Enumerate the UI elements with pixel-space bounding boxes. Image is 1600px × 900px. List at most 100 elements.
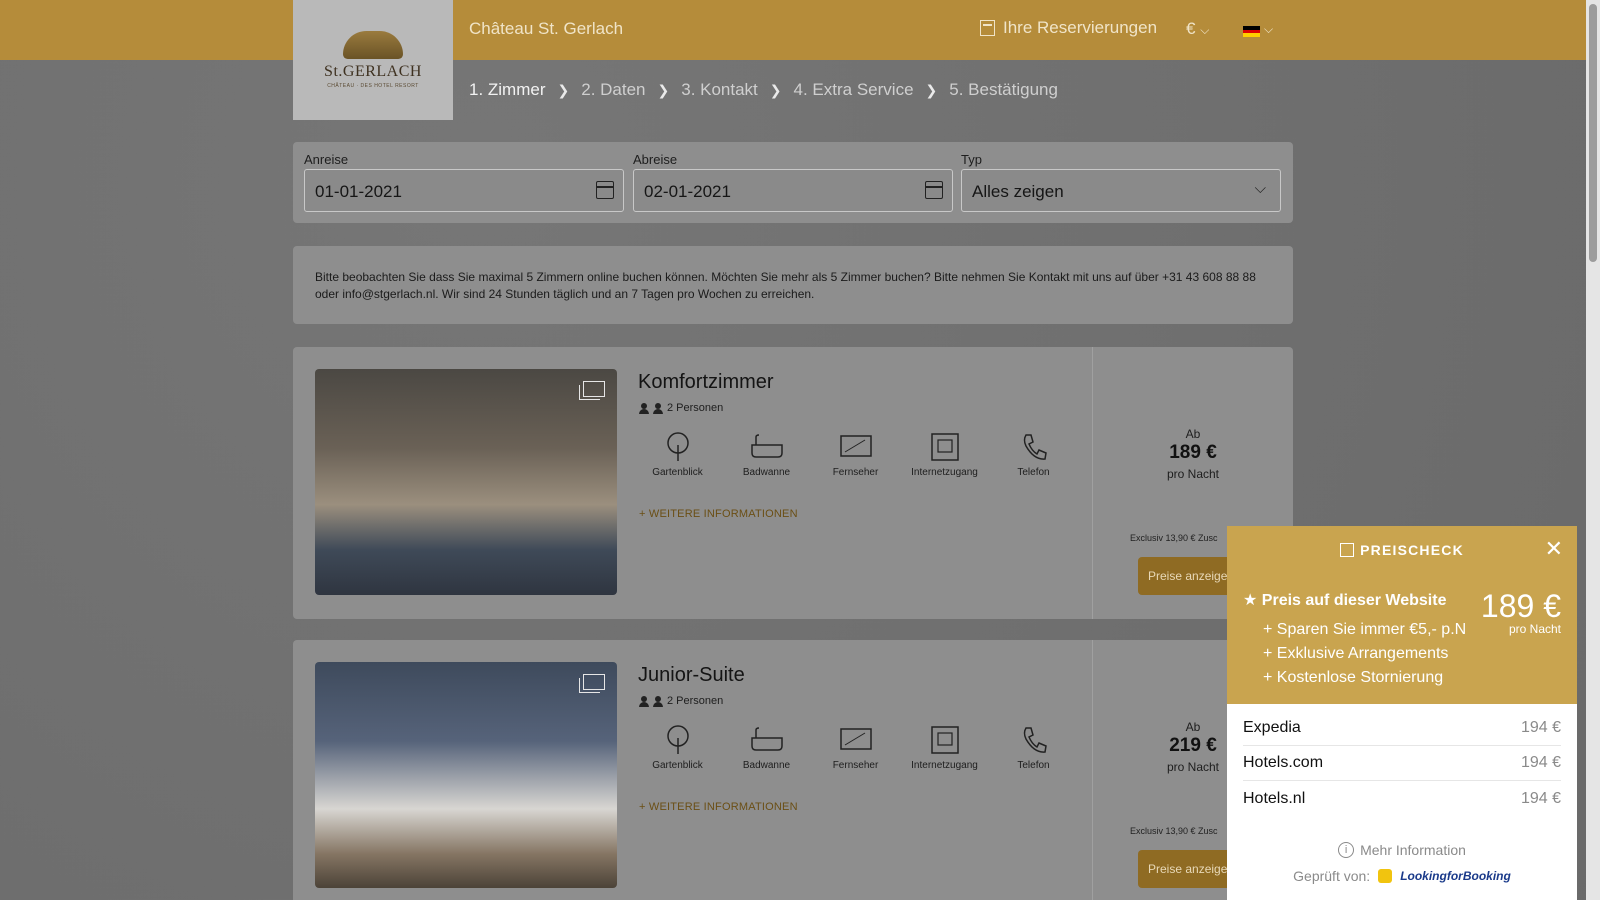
tv-icon xyxy=(811,724,900,756)
type-select[interactable]: Alles zeigen ⌵ xyxy=(961,169,1281,212)
amenity-garden-view: Gartenblick xyxy=(633,724,722,771)
logo-text: St.GERLACH xyxy=(324,63,422,80)
type-value: Alles zeigen xyxy=(972,182,1064,201)
competitor-row-expedia: Expedia 194 € xyxy=(1243,711,1561,746)
departure-label: Abreise xyxy=(633,152,678,167)
chevron-right-icon: ❯ xyxy=(657,81,670,98)
room-price: 189 € xyxy=(1169,442,1217,463)
info-icon: i xyxy=(1338,842,1355,858)
star-icon: ★ xyxy=(1243,592,1258,609)
amenities-list: Gartenblick Badwanne Fernseher Internetz… xyxy=(633,431,1078,478)
more-information-link[interactable]: i Mehr Information xyxy=(1227,842,1577,858)
tree-icon xyxy=(633,431,722,463)
reservations-label: Ihre Reservierungen xyxy=(1003,18,1158,37)
room-card: Junior-Suite 2 Personen Gartenblick Badw… xyxy=(293,640,1293,900)
calendar-check-icon xyxy=(1340,543,1355,557)
step-rooms[interactable]: 1. Zimmer xyxy=(469,80,546,100)
arrival-date-input[interactable]: 01-01-2021 xyxy=(304,169,624,212)
room-card: Komfortzimmer 2 Personen Gartenblick Bad… xyxy=(293,347,1293,619)
website-price-label: ★ Preis auf dieser Website xyxy=(1243,592,1447,609)
amenity-garden-view: Gartenblick xyxy=(633,431,722,478)
brand-name[interactable]: LookingforBooking xyxy=(1400,869,1511,883)
language-chevron-icon[interactable]: ⌵ xyxy=(1264,22,1273,37)
booking-notice: Bitte beobachten Sie dass Sie maximal 5 … xyxy=(293,246,1293,324)
calendar-icon xyxy=(980,20,995,36)
flag-stripe-gold xyxy=(1243,33,1260,38)
amenity-bathtub: Badwanne xyxy=(722,724,811,771)
price-check-widget: PREISCHECK ✕ ★ Preis auf dieser Website … xyxy=(1227,526,1577,900)
per-night-label: pro Nacht xyxy=(1166,467,1220,481)
arrival-value: 01-01-2021 xyxy=(315,182,402,201)
phone-icon xyxy=(989,724,1078,756)
room-name: Junior-Suite xyxy=(638,664,745,686)
more-info-link[interactable]: + WEITERE INFORMATIONEN xyxy=(639,508,798,520)
bathtub-icon xyxy=(722,724,811,756)
competitor-row-hotels-com: Hotels.com 194 € xyxy=(1243,746,1561,781)
surcharge-note: Exclusiv 13,90 € Zusc xyxy=(1130,533,1218,543)
persons-info: 2 Personen xyxy=(639,695,723,707)
phone-icon xyxy=(989,431,1078,463)
gallery-icon[interactable] xyxy=(579,381,605,400)
hotel-logo[interactable]: St.GERLACH CHÂTEAU · DES HOTEL RESORT xyxy=(293,0,453,120)
surcharge-note: Exclusiv 13,90 € Zusc xyxy=(1130,826,1218,836)
search-panel: Anreise 01-01-2021 Abreise 02-01-2021 Ty… xyxy=(293,142,1293,223)
amenity-bathtub: Badwanne xyxy=(722,431,811,478)
benefit-item: + Sparen Sie immer €5,- p.N xyxy=(1263,621,1467,638)
price-check-title: PREISCHECK xyxy=(1227,542,1577,558)
calendar-icon[interactable] xyxy=(596,181,614,199)
scrollbar-thumb[interactable] xyxy=(1589,4,1597,262)
amenities-list: Gartenblick Badwanne Fernseher Internetz… xyxy=(633,724,1078,771)
person-icon xyxy=(653,402,663,414)
type-label: Typ xyxy=(961,152,982,167)
more-info-link[interactable]: + WEITERE INFORMATIONEN xyxy=(639,801,798,813)
bathtub-icon xyxy=(722,431,811,463)
departure-date-input[interactable]: 02-01-2021 xyxy=(633,169,953,212)
price-from-label: Ab xyxy=(1185,427,1201,441)
top-bar: Château St. Gerlach Ihre Reservierungen … xyxy=(0,0,1586,60)
amenity-internet: Internetzugang xyxy=(900,431,989,478)
chevron-right-icon: ❯ xyxy=(557,81,570,98)
amenity-tv: Fernseher xyxy=(811,431,900,478)
amenity-phone: Telefon xyxy=(989,724,1078,771)
network-icon xyxy=(900,431,989,463)
hotel-title: Château St. Gerlach xyxy=(469,19,624,38)
amenity-phone: Telefon xyxy=(989,431,1078,478)
close-icon[interactable]: ✕ xyxy=(1545,536,1563,562)
logo-crest-icon xyxy=(343,31,403,59)
benefits-list: + Sparen Sie immer €5,- p.N + Exklusive … xyxy=(1263,618,1466,690)
website-price: 189 € xyxy=(1480,588,1561,624)
benefit-item: + Kostenlose Stornierung xyxy=(1263,669,1444,686)
persons-info: 2 Personen xyxy=(639,402,723,414)
benefit-item: + Exklusive Arrangements xyxy=(1263,645,1449,662)
amenity-tv: Fernseher xyxy=(811,724,900,771)
step-contact: 3. Kontakt xyxy=(681,80,758,99)
calendar-icon[interactable] xyxy=(925,181,943,199)
person-icon xyxy=(639,402,649,414)
booking-steps: 1. Zimmer ❯ 2. Daten ❯ 3. Kontakt ❯ 4. E… xyxy=(469,80,1058,100)
checked-by: Geprüft von: LookingforBooking xyxy=(1293,868,1511,884)
arrival-label: Anreise xyxy=(304,152,349,167)
currency-selector[interactable]: € ⌵ xyxy=(1186,19,1209,39)
room-photo[interactable] xyxy=(315,369,617,595)
german-flag-icon[interactable] xyxy=(1243,26,1260,38)
chevron-right-icon: ❯ xyxy=(769,81,782,98)
tv-icon xyxy=(811,431,900,463)
gallery-icon[interactable] xyxy=(579,674,605,693)
step-extra-service: 4. Extra Service xyxy=(793,80,914,99)
step-data: 2. Daten xyxy=(581,80,646,99)
person-icon xyxy=(639,695,649,707)
room-photo[interactable] xyxy=(315,662,617,888)
room-name: Komfortzimmer xyxy=(638,371,774,393)
scrollbar[interactable] xyxy=(1586,0,1600,900)
reservations-link[interactable]: Ihre Reservierungen xyxy=(980,18,1157,38)
chevron-down-icon: ⌵ xyxy=(1200,23,1210,37)
tree-icon xyxy=(633,724,722,756)
competitor-row-hotels-nl: Hotels.nl 194 € xyxy=(1243,789,1561,807)
chevron-right-icon: ❯ xyxy=(925,81,938,98)
logo-subtext: CHÂTEAU · DES HOTEL RESORT xyxy=(327,83,419,89)
network-icon xyxy=(900,724,989,756)
per-night-label: pro Nacht xyxy=(1508,622,1561,636)
lookingforbooking-logo-icon xyxy=(1378,869,1393,883)
departure-value: 02-01-2021 xyxy=(644,182,731,201)
price-check-header: PREISCHECK ✕ ★ Preis auf dieser Website … xyxy=(1227,526,1577,704)
